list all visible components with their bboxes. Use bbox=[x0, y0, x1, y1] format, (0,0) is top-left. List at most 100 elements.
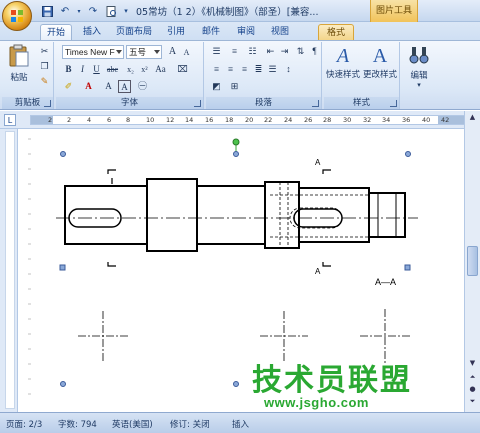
bullets-icon[interactable]: ☰ bbox=[210, 45, 223, 58]
styles-dialog-launcher[interactable] bbox=[390, 100, 397, 107]
font-size-combo[interactable]: 五号 bbox=[126, 45, 162, 59]
chevron-down-icon bbox=[154, 50, 160, 54]
subscript-button[interactable]: x₂ bbox=[124, 63, 137, 76]
ruler-number: 12 bbox=[166, 116, 175, 124]
shrink-font-icon[interactable]: A bbox=[180, 46, 193, 59]
distribute-icon[interactable]: ☰ bbox=[266, 63, 279, 76]
tab-mailings[interactable]: 邮件 bbox=[197, 24, 225, 40]
clipboard-dialog-launcher[interactable] bbox=[44, 100, 51, 107]
cut-icon[interactable]: ✂ bbox=[38, 45, 51, 58]
clear-format-icon[interactable]: ⌧ bbox=[176, 63, 189, 76]
ruler-number: 4 bbox=[87, 116, 92, 124]
align-center-icon[interactable]: ≡ bbox=[224, 63, 237, 76]
increase-indent-icon[interactable]: ⇥ bbox=[278, 45, 291, 58]
ruler-number: 8 bbox=[126, 116, 131, 124]
strikethrough-button[interactable]: abc bbox=[106, 63, 119, 76]
paragraph-marks bbox=[28, 138, 31, 395]
justify-icon[interactable]: ≣ bbox=[252, 63, 265, 76]
styles-group-label: 样式 bbox=[324, 97, 399, 109]
change-styles-button[interactable]: A 更改样式 bbox=[362, 44, 398, 90]
underline-button[interactable]: U bbox=[90, 63, 103, 76]
styles-group: A 快速样式 A 更改样式 样式 bbox=[324, 42, 400, 109]
multilevel-list-icon[interactable]: ☷ bbox=[246, 45, 259, 58]
format-painter-icon[interactable]: ✎ bbox=[38, 75, 51, 88]
ruler-number: 14 bbox=[185, 116, 194, 124]
align-left-icon[interactable]: ≡ bbox=[210, 63, 223, 76]
chevron-down-icon bbox=[116, 50, 122, 54]
paragraph-dialog-launcher[interactable] bbox=[312, 100, 319, 107]
mechanical-drawing: A A A—A bbox=[28, 138, 418, 395]
save-icon[interactable] bbox=[40, 4, 54, 18]
print-preview-icon[interactable] bbox=[104, 4, 118, 18]
binoculars-icon bbox=[409, 47, 429, 64]
word-count[interactable]: 字数: 794 bbox=[58, 418, 97, 430]
track-changes-indicator[interactable]: 修订: 关闭 bbox=[170, 418, 210, 430]
superscript-button[interactable]: x² bbox=[138, 63, 151, 76]
scroll-down-icon[interactable]: ▼ bbox=[467, 359, 478, 371]
sort-icon[interactable]: ⇅ bbox=[294, 45, 307, 58]
line-spacing-icon[interactable]: ↕ bbox=[282, 63, 295, 76]
tab-review[interactable]: 审阅 bbox=[232, 24, 260, 40]
office-button[interactable] bbox=[2, 1, 32, 31]
paste-button[interactable]: 粘贴 bbox=[6, 44, 32, 84]
change-case-icon[interactable]: Aa bbox=[154, 63, 167, 76]
selection-handles[interactable] bbox=[59, 138, 411, 387]
previous-page-icon[interactable]: ⏶ bbox=[467, 373, 478, 385]
font-dialog-launcher[interactable] bbox=[194, 100, 201, 107]
tab-insert[interactable]: 插入 bbox=[78, 24, 106, 40]
copy-icon[interactable]: ❐ bbox=[38, 60, 51, 73]
font-group-label: 字体 bbox=[56, 97, 203, 109]
undo-dropdown-icon[interactable]: ▾ bbox=[76, 4, 82, 18]
editing-button[interactable]: 编辑 ▾ bbox=[404, 44, 434, 90]
font-color-icon[interactable]: A bbox=[82, 80, 95, 93]
char-shading-icon[interactable]: A bbox=[102, 80, 115, 93]
scroll-up-icon[interactable]: ▲ bbox=[467, 113, 478, 125]
font-name-value: Times New F bbox=[65, 47, 115, 57]
enclose-char-icon[interactable]: ㊀ bbox=[136, 80, 149, 93]
ruler-number: 30 bbox=[343, 116, 352, 124]
document-page[interactable]: A A A—A bbox=[18, 129, 464, 412]
italic-button[interactable]: I bbox=[76, 63, 89, 76]
font-name-combo[interactable]: Times New F bbox=[62, 45, 124, 59]
redo-icon[interactable]: ↷ bbox=[86, 4, 100, 18]
center-marks bbox=[78, 309, 410, 363]
decrease-indent-icon[interactable]: ⇤ bbox=[264, 45, 277, 58]
char-border-icon[interactable]: A bbox=[118, 80, 131, 93]
section-view-label: A—A bbox=[375, 277, 396, 287]
tab-selector-icon[interactable]: L bbox=[4, 114, 16, 126]
horizontal-ruler-bar: L 2 2 4 6 8 10 12 14 16 18 20 22 24 26 28 30 32 34 36 40 42 bbox=[0, 111, 480, 129]
ruler-number: 26 bbox=[304, 116, 313, 124]
tab-view[interactable]: 视图 bbox=[266, 24, 294, 40]
quick-styles-button[interactable]: A 快速样式 bbox=[326, 44, 360, 90]
font-group: Times New F 五号 A A B I U abc x₂ x² Aa ⌧ … bbox=[56, 42, 204, 109]
ruler-number: 34 bbox=[382, 116, 391, 124]
document-title: 05常坊（1 2）《机械制图》（部圣）[兼容... bbox=[136, 7, 319, 18]
align-right-icon[interactable]: ≡ bbox=[238, 63, 251, 76]
page-indicator[interactable]: 页面: 2/3 bbox=[6, 418, 42, 430]
scrollbar-thumb[interactable] bbox=[467, 246, 478, 276]
show-marks-icon[interactable]: ¶ bbox=[308, 45, 321, 58]
customize-qat-icon[interactable]: ▾ bbox=[122, 4, 130, 18]
language-indicator[interactable]: 英语(美国) bbox=[112, 418, 153, 430]
bold-button[interactable]: B bbox=[62, 63, 75, 76]
highlight-icon[interactable]: ✐ bbox=[62, 80, 75, 93]
next-page-icon[interactable]: ⏷ bbox=[467, 397, 478, 409]
grow-font-icon[interactable]: A bbox=[166, 45, 179, 58]
ruler-number: 2 bbox=[67, 116, 72, 124]
insert-mode-indicator[interactable]: 插入 bbox=[232, 418, 249, 430]
browse-object-icon[interactable]: ● bbox=[467, 385, 478, 397]
font-size-value: 五号 bbox=[129, 47, 147, 57]
numbering-icon[interactable]: ≡ bbox=[228, 45, 241, 58]
change-styles-label: 更改样式 bbox=[362, 70, 397, 80]
tab-format[interactable]: 格式 bbox=[318, 24, 354, 40]
tab-references[interactable]: 引用 bbox=[162, 24, 190, 40]
shading-icon[interactable]: ◩ bbox=[210, 80, 223, 93]
vertical-scrollbar[interactable]: ▲ ▼ ⏶ ● ⏷ bbox=[464, 111, 480, 412]
undo-icon[interactable]: ↶ bbox=[58, 4, 72, 18]
tab-page-layout[interactable]: 页面布局 bbox=[112, 24, 156, 40]
quick-styles-label: 快速样式 bbox=[326, 70, 361, 80]
tab-home[interactable]: 开始 bbox=[40, 24, 72, 40]
horizontal-ruler[interactable]: 2 2 4 6 8 10 12 14 16 18 20 22 24 26 28 30 32 34 36 40 42 bbox=[30, 115, 465, 125]
borders-icon[interactable]: ⊞ bbox=[228, 80, 241, 93]
vertical-ruler[interactable] bbox=[0, 129, 18, 412]
